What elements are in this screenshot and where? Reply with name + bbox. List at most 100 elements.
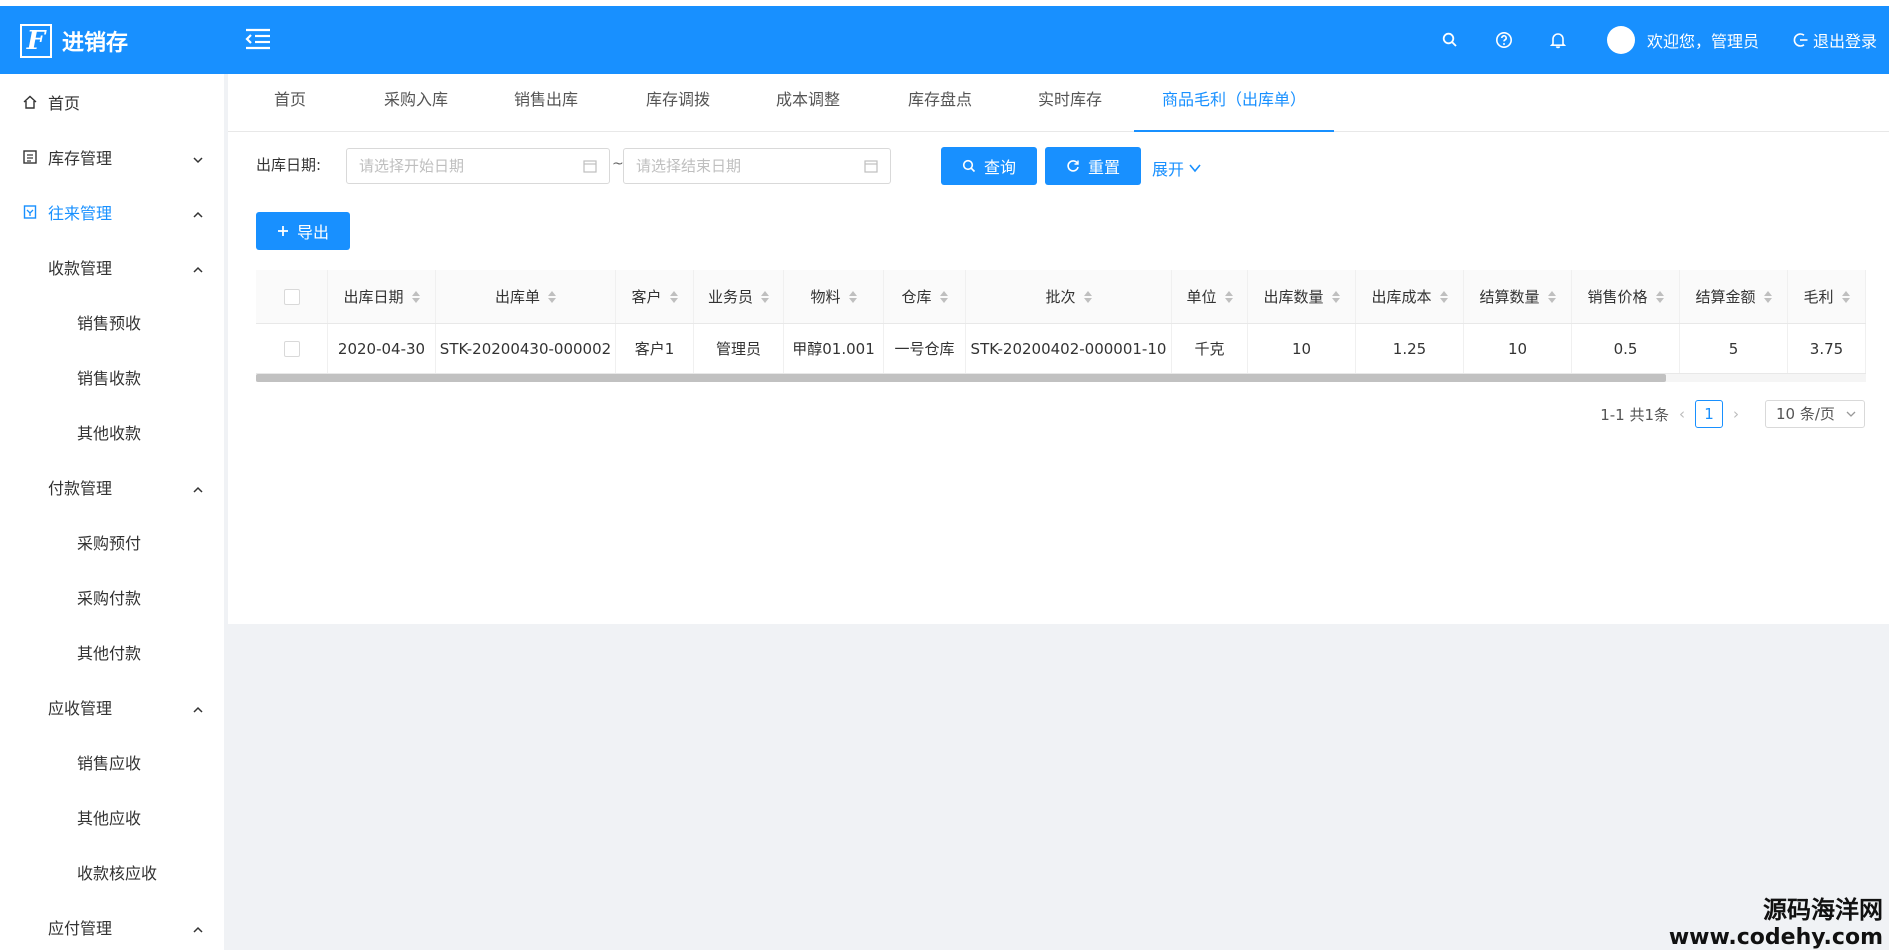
avatar[interactable]	[1606, 26, 1635, 54]
expand-toggle[interactable]: 展开	[1152, 156, 1202, 180]
tab-realtime-stock[interactable]: 实时库存	[1022, 74, 1118, 132]
sidebar-item-label: 采购预付	[77, 533, 142, 553]
sidebar-item-purchase-prepay[interactable]: 采购预付	[0, 514, 224, 569]
sort-icon[interactable]	[1763, 290, 1772, 303]
table-cell: 一号仓库	[884, 324, 966, 373]
main-panel: 首页 采购入库 销售出库 库存调拨 成本调整 库存盘点 实时库存 商品毛利（出库…	[228, 74, 1889, 624]
sort-icon[interactable]	[1439, 290, 1448, 303]
tab-gross-profit[interactable]: 商品毛利（出库单）	[1134, 74, 1334, 132]
table-cell: 10	[1464, 324, 1572, 373]
sidebar-item-other-receipt[interactable]: 其他收款	[0, 404, 224, 459]
tab-transfer[interactable]: 库存调拨	[630, 74, 726, 132]
sidebar-item-label: 销售应收	[77, 753, 142, 773]
sort-icon[interactable]	[1841, 290, 1850, 303]
page-size-select[interactable]: 10 条/页	[1765, 400, 1865, 428]
sidebar-item-payable-mgmt[interactable]: 应付管理	[0, 899, 224, 950]
table-cell: 10	[1248, 324, 1356, 373]
next-page-icon[interactable]: ›	[1733, 405, 1739, 423]
sort-icon[interactable]	[1655, 290, 1664, 303]
sidebar-item-sales-prepay[interactable]: 销售预收	[0, 294, 224, 349]
table-cell: 客户1	[616, 324, 694, 373]
chevron-up-icon	[192, 261, 204, 273]
end-date-input[interactable]: 请选择结束日期	[623, 148, 891, 184]
sort-icon[interactable]	[1331, 290, 1340, 303]
col-header-batch[interactable]: 批次	[966, 270, 1172, 323]
tab-sales-out[interactable]: 销售出库	[498, 74, 594, 132]
calendar-icon	[583, 160, 597, 173]
sidebar-item-receivable-mgmt[interactable]: 应收管理	[0, 679, 224, 734]
col-header-settle-amount[interactable]: 结算金额	[1680, 270, 1788, 323]
table-cell: 1.25	[1356, 324, 1464, 373]
scrollbar-thumb[interactable]	[256, 374, 1666, 382]
chevron-up-icon	[192, 206, 204, 218]
accounts-icon	[22, 204, 38, 220]
sidebar-item-home[interactable]: 首页	[0, 74, 224, 129]
table-cell: 千克	[1172, 324, 1248, 373]
tab-stocktake[interactable]: 库存盘点	[892, 74, 988, 132]
expand-label: 展开	[1152, 160, 1185, 179]
col-header-order[interactable]: 出库单	[436, 270, 616, 323]
menu-collapse-icon[interactable]	[244, 26, 272, 52]
sidebar-item-sales-receivable[interactable]: 销售应收	[0, 734, 224, 789]
sidebar-item-label: 应付管理	[48, 918, 113, 938]
tab-bar: 首页 采购入库 销售出库 库存调拨 成本调整 库存盘点 实时库存 商品毛利（出库…	[228, 74, 1889, 132]
row-checkbox[interactable]	[283, 340, 300, 357]
table-cell: 甲醇01.001	[784, 324, 884, 373]
search-icon[interactable]	[1440, 30, 1460, 50]
bell-icon[interactable]	[1548, 30, 1568, 50]
sidebar-item-purchase-payment[interactable]: 采购付款	[0, 569, 224, 624]
sort-icon[interactable]	[669, 290, 678, 303]
sort-icon[interactable]	[411, 290, 420, 303]
sidebar-item-payment-mgmt[interactable]: 付款管理	[0, 459, 224, 514]
col-header-settle-qty[interactable]: 结算数量	[1464, 270, 1572, 323]
sidebar-item-label: 其他收款	[77, 423, 142, 443]
sort-icon[interactable]	[939, 290, 948, 303]
logout-label: 退出登录	[1812, 32, 1877, 51]
sort-icon[interactable]	[848, 290, 857, 303]
col-header-gross-profit[interactable]: 毛利	[1788, 270, 1866, 323]
sort-icon[interactable]	[1547, 290, 1556, 303]
col-header-customer[interactable]: 客户	[616, 270, 694, 323]
sidebar-item-receipt-verify[interactable]: 收款核应收	[0, 844, 224, 899]
sort-icon[interactable]	[1083, 290, 1092, 303]
col-header-date[interactable]: 出库日期	[328, 270, 436, 323]
logout-button[interactable]: 退出登录	[1793, 28, 1877, 52]
sidebar-item-other-payment[interactable]: 其他付款	[0, 624, 224, 679]
sidebar-item-sales-receipt[interactable]: 销售收款	[0, 349, 224, 404]
sidebar-item-label: 销售预收	[77, 313, 142, 333]
reset-button[interactable]: 重置	[1045, 147, 1141, 185]
horizontal-scrollbar[interactable]	[256, 374, 1866, 382]
page-number-current[interactable]: 1	[1695, 400, 1723, 428]
prev-page-icon[interactable]: ‹	[1679, 405, 1685, 423]
col-header-salesman[interactable]: 业务员	[694, 270, 784, 323]
export-button[interactable]: 导出	[256, 212, 350, 250]
tab-cost-adjust[interactable]: 成本调整	[760, 74, 856, 132]
sidebar-item-other-receivable[interactable]: 其他应收	[0, 789, 224, 844]
sidebar-item-receipt-mgmt[interactable]: 收款管理	[0, 239, 224, 294]
select-all-checkbox[interactable]	[283, 288, 300, 305]
watermark-line1: 源码海洋网	[1763, 896, 1883, 924]
welcome-text[interactable]: 欢迎您，管理员	[1647, 28, 1759, 52]
sidebar: 首页 库存管理 往来管理 收款管理 销售预收 销售收款 其他收款 付款管理 采购…	[0, 74, 224, 950]
start-date-input[interactable]: 请选择开始日期	[346, 148, 610, 184]
sidebar-item-inventory[interactable]: 库存管理	[0, 129, 224, 184]
app-logo[interactable]: F 进销存	[20, 24, 128, 58]
sort-icon[interactable]	[761, 290, 769, 303]
sidebar-item-accounts[interactable]: 往来管理	[0, 184, 224, 239]
table-row[interactable]: 2020-04-30 STK-20200430-000002 客户1 管理员 甲…	[256, 324, 1866, 374]
tab-purchase-in[interactable]: 采购入库	[368, 74, 464, 132]
row-select-cell	[256, 324, 328, 373]
col-header-material[interactable]: 物料	[784, 270, 884, 323]
col-header-unit[interactable]: 单位	[1172, 270, 1248, 323]
col-header-warehouse[interactable]: 仓库	[884, 270, 966, 323]
table-cell: STK-20200402-000001-10	[966, 324, 1172, 373]
help-icon[interactable]	[1494, 30, 1514, 50]
refresh-icon	[1067, 160, 1079, 172]
col-header-sale-price[interactable]: 销售价格	[1572, 270, 1680, 323]
col-header-out-cost[interactable]: 出库成本	[1356, 270, 1464, 323]
col-header-out-qty[interactable]: 出库数量	[1248, 270, 1356, 323]
tab-home[interactable]: 首页	[258, 74, 322, 132]
query-button[interactable]: 查询	[941, 147, 1037, 185]
sort-icon[interactable]	[1224, 290, 1233, 303]
sort-icon[interactable]	[548, 290, 556, 303]
